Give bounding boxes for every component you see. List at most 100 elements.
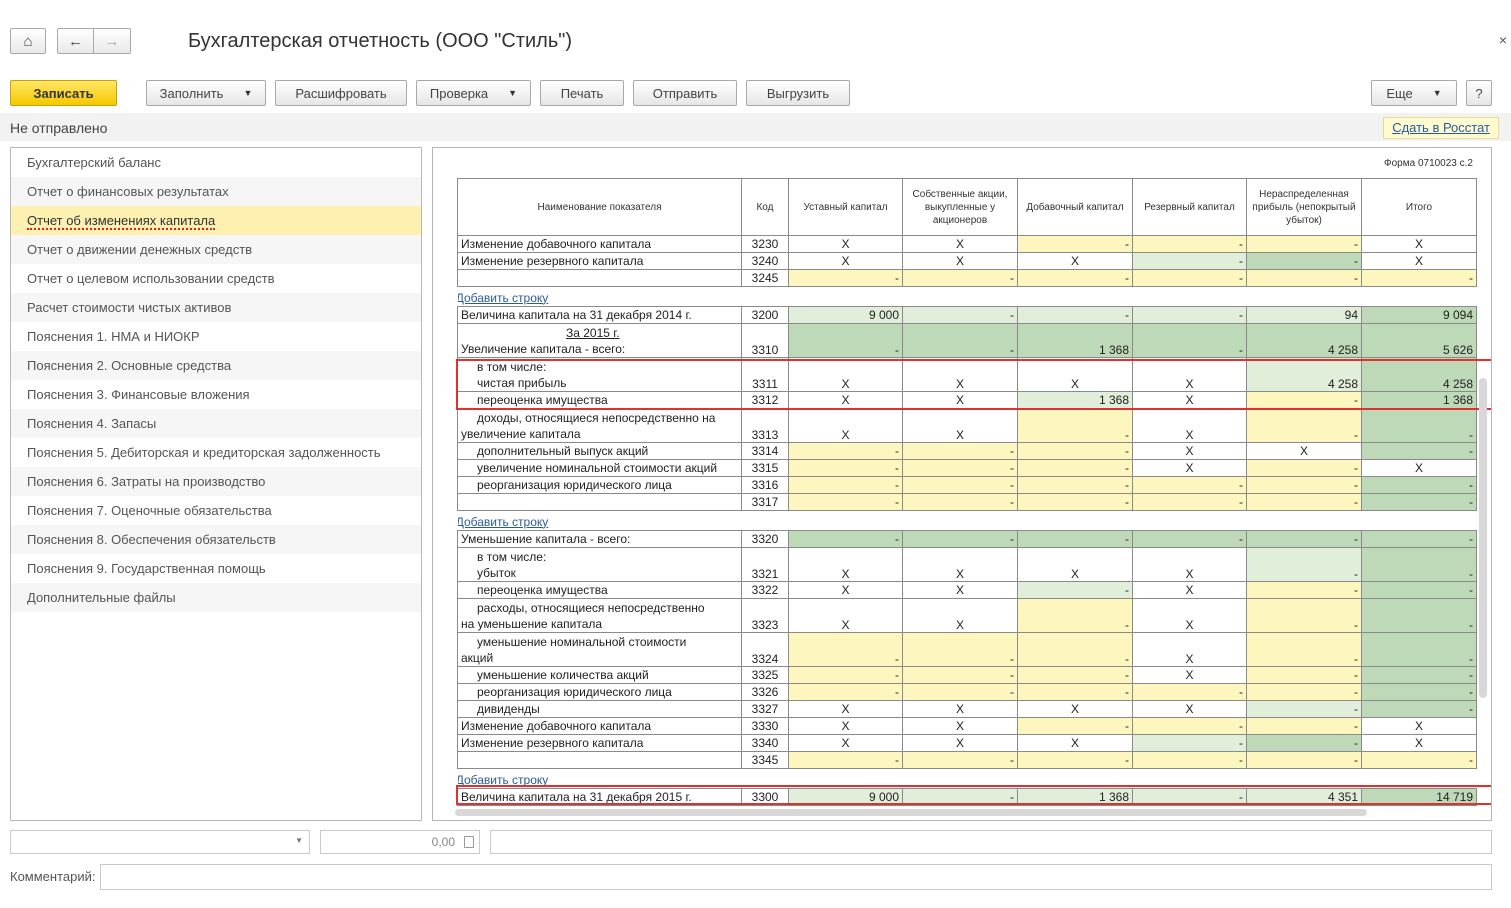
add-row-link[interactable]: Добавить строку	[458, 773, 549, 787]
value-cell[interactable]: -	[1361, 408, 1477, 443]
value-cell[interactable]: 1 368	[1361, 391, 1477, 409]
value-cell[interactable]: -	[1017, 530, 1133, 548]
value-cell[interactable]: -	[1017, 598, 1133, 633]
value-cell[interactable]: -	[1017, 717, 1133, 735]
value-cell[interactable]: -	[1017, 493, 1133, 511]
info-field[interactable]	[490, 830, 1492, 854]
export-button[interactable]: Выгрузить	[746, 80, 850, 106]
value-cell[interactable]: -	[1017, 269, 1133, 287]
check-dropdown-button[interactable]: Проверка ▼	[416, 80, 531, 106]
value-cell[interactable]: 1 368	[1017, 788, 1133, 806]
value-cell[interactable]: -	[1017, 476, 1133, 494]
sidebar-item[interactable]: Пояснения 8. Обеспечения обязательств	[11, 525, 421, 554]
value-cell[interactable]: -	[788, 442, 903, 460]
add-row-link[interactable]: Добавить строку	[458, 291, 549, 305]
value-cell[interactable]: -	[1361, 598, 1477, 633]
close-icon[interactable]: ×	[1499, 32, 1507, 48]
sidebar-item[interactable]: Отчет об изменениях капитала	[11, 206, 421, 235]
sidebar-item[interactable]: Пояснения 1. НМА и НИОКР	[11, 322, 421, 351]
value-cell[interactable]: -	[788, 459, 903, 477]
value-cell[interactable]: -	[1017, 408, 1133, 443]
print-button[interactable]: Печать	[540, 80, 624, 106]
help-button[interactable]: ?	[1466, 80, 1492, 106]
value-cell[interactable]: -	[902, 751, 1018, 769]
sidebar-item[interactable]: Отчет о движении денежных средств	[11, 235, 421, 264]
value-cell[interactable]: -	[1361, 269, 1477, 287]
add-row-link[interactable]: Добавить строку	[458, 515, 549, 529]
forward-button[interactable]: →	[93, 28, 131, 54]
value-cell[interactable]: -	[1132, 235, 1247, 253]
value-cell[interactable]: -	[1132, 734, 1247, 752]
value-cell[interactable]: -	[1246, 717, 1362, 735]
value-cell[interactable]: 4 258	[1246, 357, 1362, 392]
value-cell[interactable]: -	[1246, 547, 1362, 582]
value-cell[interactable]: 4 258	[1361, 357, 1477, 392]
value-cell[interactable]: 9 000	[788, 306, 903, 324]
value-cell[interactable]: -	[1246, 459, 1362, 477]
value-cell[interactable]: -	[1246, 476, 1362, 494]
sidebar-item[interactable]: Пояснения 5. Дебиторская и кредиторская …	[11, 438, 421, 467]
back-button[interactable]: ←	[57, 28, 93, 54]
value-cell[interactable]: -	[788, 530, 903, 548]
value-cell[interactable]: -	[902, 476, 1018, 494]
value-cell[interactable]: 4 351	[1246, 788, 1362, 806]
value-cell[interactable]: -	[1017, 683, 1133, 701]
value-cell[interactable]: -	[1246, 683, 1362, 701]
value-cell[interactable]: -	[1132, 751, 1247, 769]
value-cell[interactable]: -	[1246, 700, 1362, 718]
value-cell[interactable]: 4 258	[1246, 323, 1362, 358]
value-cell[interactable]: -	[1132, 306, 1247, 324]
comment-input[interactable]	[100, 864, 1492, 890]
value-cell[interactable]: -	[1361, 493, 1477, 511]
sidebar-item[interactable]: Пояснения 6. Затраты на производство	[11, 467, 421, 496]
value-cell[interactable]: -	[902, 493, 1018, 511]
value-cell[interactable]: -	[1361, 442, 1477, 460]
home-button[interactable]: ⌂	[10, 28, 46, 54]
value-cell[interactable]: -	[902, 666, 1018, 684]
value-cell[interactable]: -	[902, 683, 1018, 701]
value-cell[interactable]: -	[902, 632, 1018, 667]
sidebar-item[interactable]: Пояснения 2. Основные средства	[11, 351, 421, 380]
value-cell[interactable]: -	[1361, 700, 1477, 718]
value-cell[interactable]: -	[1132, 530, 1247, 548]
value-cell[interactable]: -	[788, 751, 903, 769]
value-cell[interactable]: -	[1017, 632, 1133, 667]
fill-dropdown-button[interactable]: Заполнить ▼	[146, 80, 266, 106]
value-cell[interactable]: -	[1246, 391, 1362, 409]
sidebar-item[interactable]: Пояснения 3. Финансовые вложения	[11, 380, 421, 409]
value-cell[interactable]: -	[1361, 632, 1477, 667]
sidebar-item[interactable]: Бухгалтерский баланс	[11, 148, 421, 177]
calculator-icon[interactable]	[464, 836, 474, 848]
value-cell[interactable]: -	[1361, 581, 1477, 599]
value-cell[interactable]: -	[1246, 493, 1362, 511]
value-cell[interactable]: -	[902, 269, 1018, 287]
value-cell[interactable]: -	[1132, 252, 1247, 270]
value-cell[interactable]: -	[1246, 598, 1362, 633]
sidebar-item[interactable]: Отчет о целевом использовании средств	[11, 264, 421, 293]
value-cell[interactable]: -	[1246, 632, 1362, 667]
more-dropdown-button[interactable]: Еще ▼	[1371, 80, 1457, 106]
value-cell[interactable]: -	[902, 788, 1018, 806]
value-cell[interactable]: -	[1361, 476, 1477, 494]
value-cell[interactable]: -	[1246, 408, 1362, 443]
value-cell[interactable]: 9 000	[788, 788, 903, 806]
sidebar-item[interactable]: Пояснения 9. Государственная помощь	[11, 554, 421, 583]
value-cell[interactable]: -	[1361, 547, 1477, 582]
value-cell[interactable]: -	[1132, 788, 1247, 806]
sidebar-item[interactable]: Пояснения 7. Оценочные обязательства	[11, 496, 421, 525]
value-cell[interactable]: -	[1132, 323, 1247, 358]
value-cell[interactable]: -	[1361, 683, 1477, 701]
sidebar-item[interactable]: Пояснения 4. Запасы	[11, 409, 421, 438]
value-cell[interactable]: -	[902, 323, 1018, 358]
value-cell[interactable]: -	[1361, 751, 1477, 769]
value-cell[interactable]: -	[902, 442, 1018, 460]
value-cell[interactable]: 94	[1246, 306, 1362, 324]
value-cell[interactable]: -	[1132, 476, 1247, 494]
value-cell[interactable]: -	[1017, 442, 1133, 460]
value-cell[interactable]: 14 719	[1361, 788, 1477, 806]
value-cell[interactable]: 1 368	[1017, 391, 1133, 409]
value-cell[interactable]: -	[902, 530, 1018, 548]
value-cell[interactable]: -	[788, 632, 903, 667]
value-cell[interactable]: -	[1246, 530, 1362, 548]
value-cell[interactable]: -	[1132, 683, 1247, 701]
